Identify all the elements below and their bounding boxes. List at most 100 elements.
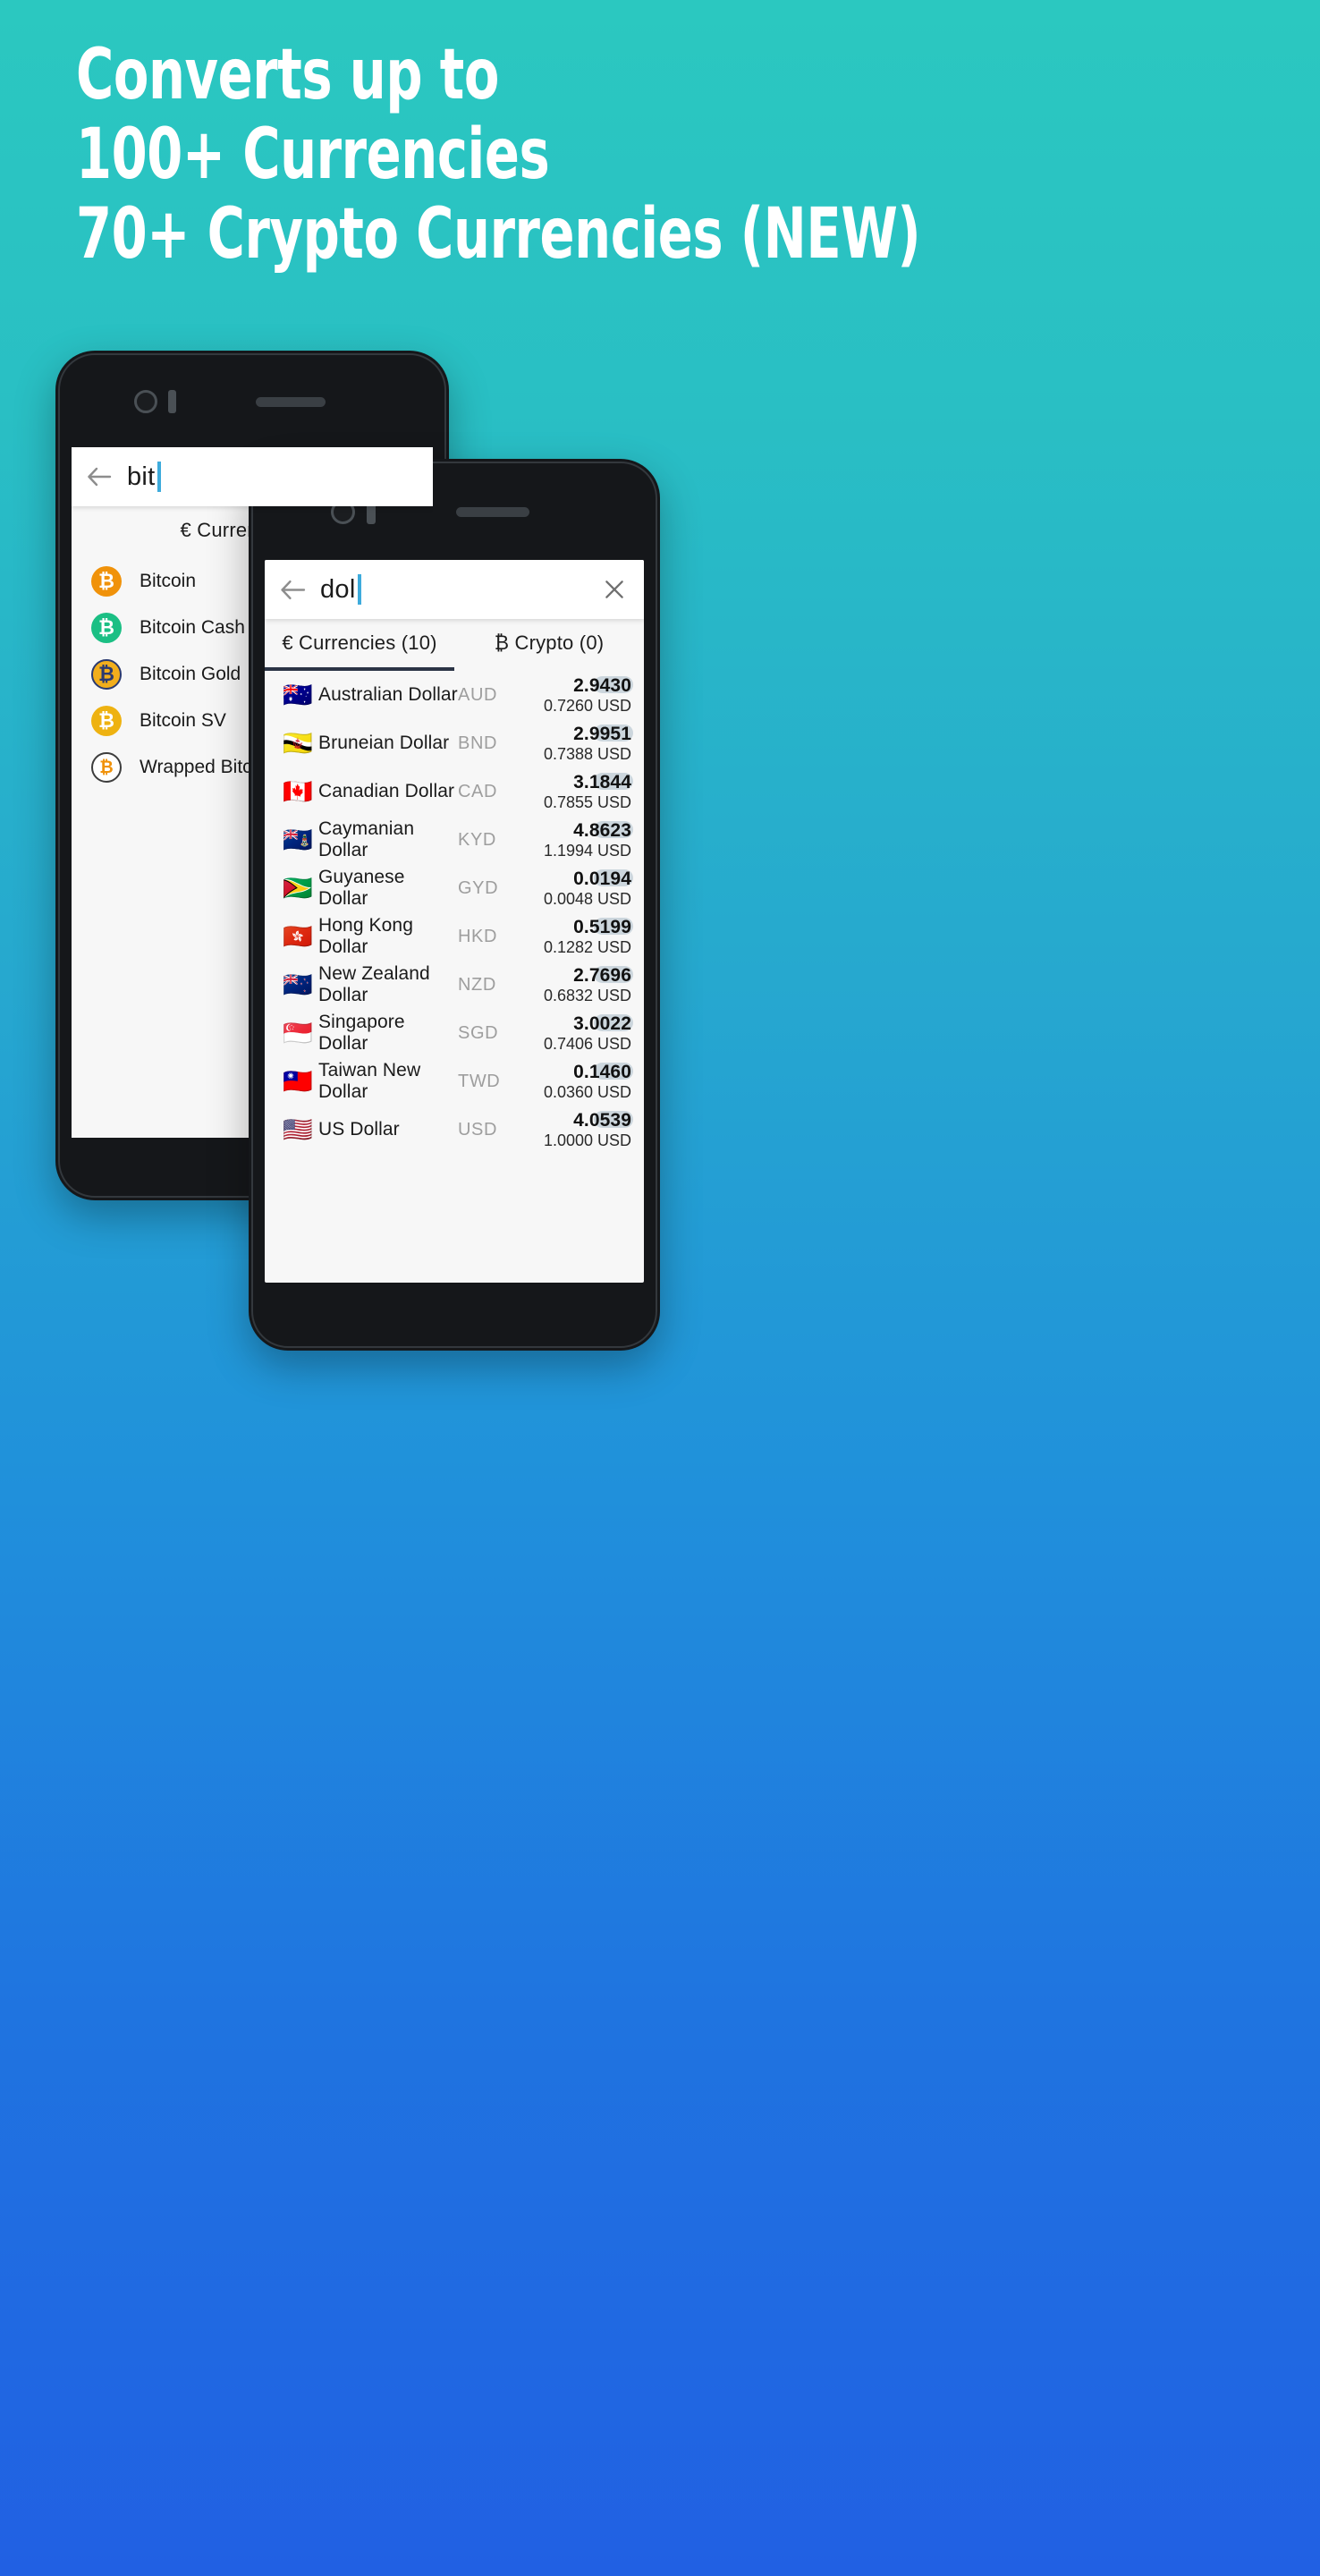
front-search-input[interactable]: dol bbox=[320, 574, 585, 605]
currency-usd-value: 0.0360 USD bbox=[543, 1082, 631, 1101]
table-row[interactable]: 🇸🇬 Singapore Dollar SGD 3.0022 0.7406 USD bbox=[265, 1009, 644, 1057]
currency-rate: 2.7696 bbox=[573, 964, 631, 986]
currency-values: 0.5199 0.1282 USD bbox=[524, 916, 633, 957]
currency-values: 2.9951 0.7388 USD bbox=[524, 723, 633, 764]
table-row[interactable]: 🇨🇦 Canadian Dollar CAD 3.1844 0.7855 USD bbox=[265, 767, 644, 816]
currency-rate: 4.0539 bbox=[573, 1109, 631, 1131]
currency-values: 0.1460 0.0360 USD bbox=[524, 1061, 633, 1102]
currency-values: 2.9430 0.7260 USD bbox=[524, 674, 633, 716]
country-flag-icon: 🇰🇾 bbox=[283, 826, 313, 853]
crypto-coin-icon: ₿ bbox=[91, 659, 122, 690]
table-row[interactable]: 🇭🇰 Hong Kong Dollar HKD 0.5199 0.1282 USD bbox=[265, 912, 644, 961]
crypto-name: Bitcoin bbox=[140, 571, 197, 591]
front-tab-bar: € Currencies (10) ₿ Crypto (0) bbox=[265, 619, 644, 671]
earpiece-speaker bbox=[256, 397, 326, 407]
currency-name: Guyanese Dollar bbox=[318, 867, 405, 909]
sensor-icon bbox=[168, 390, 176, 413]
crypto-coin-icon: ₿ bbox=[91, 752, 122, 783]
crypto-name: Bitcoin Gold bbox=[140, 664, 241, 684]
currency-values: 4.0539 1.0000 USD bbox=[524, 1109, 633, 1150]
currency-code: HKD bbox=[458, 926, 498, 946]
table-row[interactable]: 🇧🇳 Bruneian Dollar BND 2.9951 0.7388 USD bbox=[265, 719, 644, 767]
headline-line-2: 100+ Currencies bbox=[76, 114, 550, 195]
currency-code: TWD bbox=[458, 1071, 501, 1091]
country-flag-icon: 🇦🇺 bbox=[283, 681, 313, 708]
headline-line-3: 70+ Crypto Currencies (NEW) bbox=[76, 194, 921, 275]
currency-code: USD bbox=[458, 1119, 498, 1140]
crypto-name: Bitcoin SV bbox=[140, 710, 226, 731]
country-flag-icon: 🇬🇾 bbox=[283, 874, 313, 902]
text-caret bbox=[157, 462, 161, 492]
tab-label: € Currencies (10) bbox=[282, 631, 437, 654]
country-flag-icon: 🇳🇿 bbox=[283, 970, 313, 998]
currency-code: KYD bbox=[458, 829, 496, 850]
front-camera-icon bbox=[134, 390, 157, 413]
currency-values: 3.0022 0.7406 USD bbox=[524, 1013, 633, 1054]
currency-code: BND bbox=[458, 733, 498, 753]
currency-rate: 0.0194 bbox=[573, 868, 631, 889]
table-row[interactable]: 🇺🇸 US Dollar USD 4.0539 1.0000 USD bbox=[265, 1106, 644, 1154]
table-row[interactable]: 🇹🇼 Taiwan New Dollar TWD 0.1460 0.0360 USD bbox=[265, 1057, 644, 1106]
tab-currencies[interactable]: € Currencies (10) bbox=[265, 619, 454, 671]
currency-values: 0.0194 0.0048 USD bbox=[524, 868, 633, 909]
currency-rate: 3.0022 bbox=[573, 1013, 631, 1034]
crypto-coin-icon: ₿ bbox=[91, 706, 122, 736]
table-row[interactable]: 🇦🇺 Australian Dollar AUD 2.9430 0.7260 USD bbox=[265, 671, 644, 719]
tab-crypto[interactable]: ₿ Crypto (0) bbox=[454, 619, 644, 671]
crypto-name: Bitcoin Cash bbox=[140, 617, 245, 638]
earpiece-speaker bbox=[456, 507, 529, 517]
crypto-coin-icon: ₿ bbox=[91, 566, 122, 597]
table-row[interactable]: 🇰🇾 Caymanian Dollar KYD 4.8623 1.1994 USD bbox=[265, 816, 644, 864]
currency-code: CAD bbox=[458, 781, 498, 801]
back-arrow-icon[interactable] bbox=[72, 466, 127, 487]
currency-rate: 3.1844 bbox=[573, 771, 631, 792]
currency-name: New Zealand Dollar bbox=[318, 963, 430, 1005]
currency-rate: 0.5199 bbox=[573, 916, 631, 937]
close-icon[interactable] bbox=[585, 578, 644, 601]
country-flag-icon: 🇸🇬 bbox=[283, 1019, 313, 1046]
currency-usd-value: 1.0000 USD bbox=[543, 1131, 631, 1149]
back-search-bar[interactable]: bit bbox=[72, 447, 433, 506]
text-caret bbox=[357, 574, 361, 605]
crypto-coin-icon: ₿ bbox=[91, 613, 122, 643]
currency-name: Bruneian Dollar bbox=[318, 733, 450, 753]
back-arrow-icon[interactable] bbox=[265, 579, 320, 601]
currency-rate: 0.1460 bbox=[573, 1061, 631, 1082]
front-phone-screen: dol € Currencies (10) ₿ Crypto (0) 🇦🇺 Aust… bbox=[265, 560, 644, 1283]
currency-rate: 2.9430 bbox=[573, 674, 631, 696]
currency-values: 4.8623 1.1994 USD bbox=[524, 820, 633, 860]
country-flag-icon: 🇺🇸 bbox=[283, 1115, 313, 1143]
country-flag-icon: 🇧🇳 bbox=[283, 729, 313, 757]
currency-usd-value: 0.6832 USD bbox=[543, 986, 631, 1004]
currency-rate: 2.9951 bbox=[573, 723, 631, 744]
currency-code: SGD bbox=[458, 1022, 499, 1043]
country-flag-icon: 🇨🇦 bbox=[283, 777, 313, 805]
table-row[interactable]: 🇬🇾 Guyanese Dollar GYD 0.0194 0.0048 USD bbox=[265, 864, 644, 912]
currency-usd-value: 0.7260 USD bbox=[543, 696, 631, 715]
currency-values: 3.1844 0.7855 USD bbox=[524, 771, 633, 812]
currency-code: AUD bbox=[458, 684, 498, 705]
currency-usd-value: 0.7388 USD bbox=[543, 744, 631, 763]
currency-usd-value: 0.0048 USD bbox=[543, 889, 631, 908]
back-search-input[interactable]: bit bbox=[127, 462, 433, 492]
front-phone-device: dol € Currencies (10) ₿ Crypto (0) 🇦🇺 Aust… bbox=[249, 459, 660, 1351]
currency-list: 🇦🇺 Australian Dollar AUD 2.9430 0.7260 USD 🇧🇳… bbox=[265, 671, 644, 1154]
currency-name: Hong Kong Dollar bbox=[318, 915, 413, 957]
currency-name: US Dollar bbox=[318, 1119, 400, 1140]
country-flag-icon: 🇭🇰 bbox=[283, 922, 313, 950]
headline-line-1: Converts up to bbox=[76, 35, 499, 115]
currency-usd-value: 0.7406 USD bbox=[543, 1034, 631, 1053]
currency-usd-value: 0.1282 USD bbox=[543, 937, 631, 956]
country-flag-icon: 🇹🇼 bbox=[283, 1067, 313, 1095]
front-search-bar[interactable]: dol bbox=[265, 560, 644, 619]
page-title: Converts up to 100+ Currencies 70+ Crypt… bbox=[76, 36, 1029, 275]
currency-name: Australian Dollar bbox=[318, 684, 458, 705]
currency-name: Canadian Dollar bbox=[318, 781, 455, 801]
currency-values: 2.7696 0.6832 USD bbox=[524, 964, 633, 1005]
tab-label: ₿ Crypto (0) bbox=[494, 631, 605, 654]
currency-name: Taiwan New Dollar bbox=[318, 1060, 421, 1102]
currency-usd-value: 1.1994 USD bbox=[543, 841, 631, 860]
table-row[interactable]: 🇳🇿 New Zealand Dollar NZD 2.7696 0.6832 USD bbox=[265, 961, 644, 1009]
currency-name: Singapore Dollar bbox=[318, 1012, 405, 1054]
currency-name: Caymanian Dollar bbox=[318, 818, 415, 860]
